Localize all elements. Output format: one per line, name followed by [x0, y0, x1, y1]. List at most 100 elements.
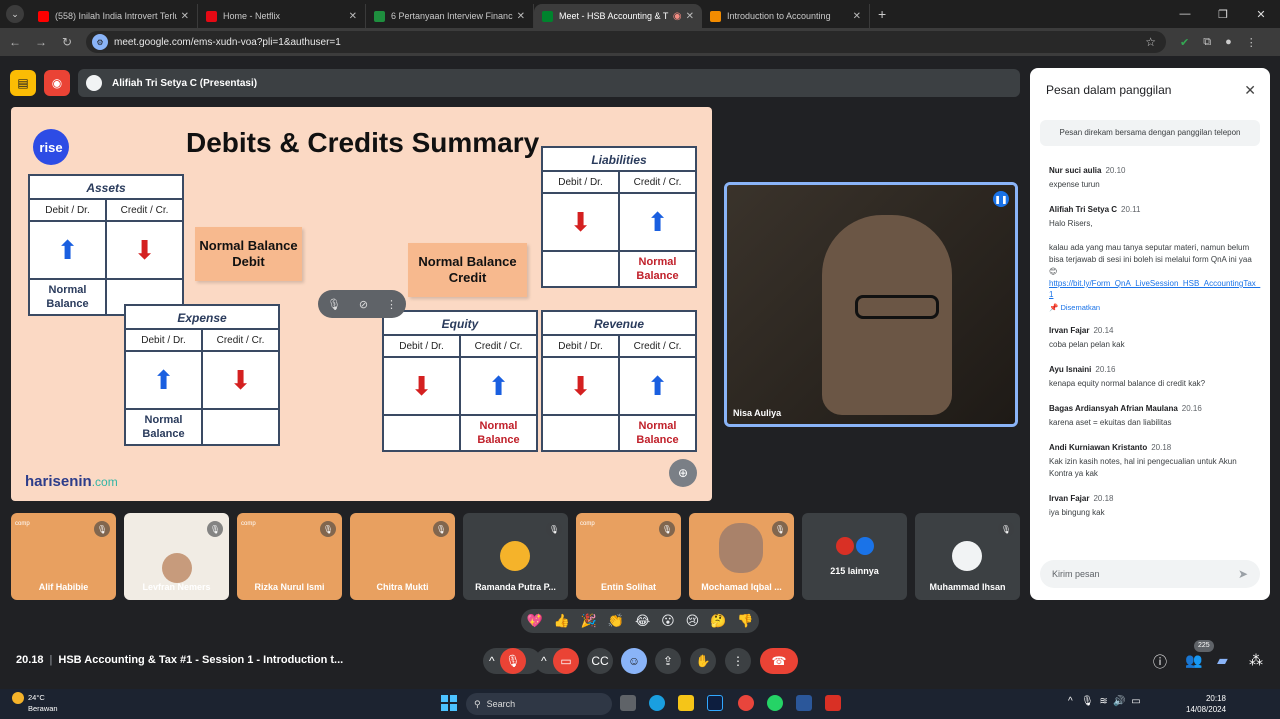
reaction-clap[interactable]: 👏 [608, 613, 624, 629]
windows-start-icon[interactable] [441, 695, 457, 711]
wifi-icon[interactable]: ≋ [1099, 696, 1107, 707]
acrobat-icon[interactable] [825, 695, 841, 711]
reaction-thumbs-down[interactable]: 👎 [737, 613, 753, 629]
chat-input-placeholder: Kirim pesan [1052, 569, 1100, 579]
people-icon[interactable]: 👥 [1185, 652, 1202, 669]
active-speaker-tile[interactable]: ❚❚ Nisa Auliya [724, 182, 1018, 427]
participant-tile[interactable]: 🎙 Levfran Nemers [124, 513, 229, 600]
battery-icon[interactable]: ▭ [1131, 696, 1140, 707]
word-icon[interactable] [796, 695, 812, 711]
zoom-icon[interactable]: ⊕ [669, 459, 697, 487]
participant-video [162, 553, 192, 583]
tile-label: comp [241, 521, 256, 527]
extension-check-icon[interactable]: ✔ [1180, 36, 1189, 49]
participant-tile[interactable]: 🎙 Muhammad Ihsan [915, 513, 1020, 600]
chrome-icon[interactable] [738, 695, 754, 711]
weather-widget[interactable]: 24°C Berawan [12, 692, 58, 714]
brand-name: harisenin [25, 473, 92, 490]
participant-tile[interactable]: comp 🎙 Alif Habibie [11, 513, 116, 600]
chevron-up-icon[interactable]: ^ [1068, 696, 1073, 707]
extensions-icon[interactable]: ⧉ [1203, 36, 1211, 49]
chat-icon[interactable]: ▰ [1217, 652, 1228, 669]
message-text: expense turun [1049, 180, 1100, 189]
taskbar-search[interactable]: ⚲ Search [466, 693, 612, 715]
message-text: coba pelan pelan kak [1049, 340, 1125, 349]
credit-header: Credit / Cr. [120, 205, 169, 216]
minimize-icon[interactable]: — [1166, 8, 1204, 20]
url-field[interactable]: ⚙ meet.google.com/ems-xudn-voa?pli=1&aut… [86, 31, 1166, 53]
forward-icon[interactable]: → [30, 35, 52, 49]
tab-title: Home - Netflix [223, 11, 281, 21]
more-options-icon[interactable]: ⋮ [386, 298, 397, 311]
participant-tile[interactable]: comp 🎙 Rizka Nurul Ismi [237, 513, 342, 600]
reaction-sad[interactable]: 😢 [686, 613, 700, 629]
reload-icon[interactable]: ↻ [56, 35, 78, 49]
reaction-thinking[interactable]: 🤔 [710, 613, 726, 629]
close-icon[interactable]: ✕ [181, 11, 189, 22]
participant-tile[interactable]: 215 lainnya [802, 513, 907, 600]
volume-icon[interactable]: 🔊 [1113, 696, 1125, 707]
taskbar-clock[interactable]: 20:18 14/08/2024 [1186, 693, 1226, 715]
reaction-laugh[interactable]: 😂 [635, 613, 650, 629]
message-link[interactable]: https://bit.ly/Form_QnA_LiveSession_HSB_… [1049, 278, 1261, 300]
close-icon[interactable]: ✕ [1244, 82, 1256, 99]
mic-off-icon[interactable]: 🎙 [327, 298, 341, 311]
edge-icon[interactable] [649, 695, 665, 711]
captions-button[interactable]: CC [587, 648, 613, 674]
close-icon[interactable]: ✕ [853, 11, 861, 22]
arrow-up-icon: ⬆ [646, 371, 669, 401]
profile-icon[interactable]: ● [1225, 36, 1232, 48]
slide-title: Debits & Credits Summary [186, 127, 540, 158]
new-tab-button[interactable]: + [878, 6, 886, 22]
menu-icon[interactable]: ⋮ [1246, 36, 1257, 49]
task-view-icon[interactable] [620, 695, 636, 711]
close-icon[interactable]: ✕ [517, 11, 525, 22]
message-sender: Irvan Fajar [1049, 326, 1090, 335]
present-button[interactable]: ⇪ [655, 648, 681, 674]
maximize-icon[interactable]: ❐ [1204, 8, 1242, 21]
leave-call-button[interactable]: ☎ [760, 648, 798, 674]
reaction-party[interactable]: 🎉 [581, 613, 597, 629]
participant-tile[interactable]: comp 🎙 Entin Solihat [576, 513, 681, 600]
whatsapp-icon[interactable] [767, 695, 783, 711]
mic-toggle-button[interactable]: 🎙 [500, 648, 526, 674]
reaction-thumbs-up[interactable]: 👍 [554, 613, 570, 629]
stop-presenting-icon[interactable]: ▤ [10, 70, 36, 96]
tab-search-icon[interactable]: ⌄ [6, 5, 24, 23]
bookmark-star-icon[interactable]: ☆ [1145, 35, 1156, 49]
camera-toggle-button[interactable]: ▭ [553, 648, 579, 674]
mic-icon[interactable]: 🎙 [1081, 696, 1094, 707]
chat-input[interactable]: Kirim pesan ➤ [1040, 560, 1260, 588]
tab-interview[interactable]: 6 Pertanyaan Interview Finance ✕ [366, 4, 534, 28]
tab-youtube[interactable]: (558) Inilah India Introvert Terlu ✕ [30, 4, 198, 28]
emoji-button[interactable]: ☺ [621, 648, 647, 674]
record-icon[interactable]: ◉ [44, 70, 70, 96]
presenter-avatar [86, 75, 102, 91]
photoshop-icon[interactable] [707, 695, 723, 711]
camera-off-icon[interactable]: ⊘ [359, 298, 368, 311]
participant-tile[interactable]: 🎙 Ramanda Putra P... [463, 513, 568, 600]
weather-icon [12, 692, 24, 704]
more-options-button[interactable]: ⋮ [725, 648, 751, 674]
send-icon[interactable]: ➤ [1238, 567, 1248, 581]
participant-tile[interactable]: 🎙 Mochamad Iqbal ... [689, 513, 794, 600]
raise-hand-button[interactable]: ✋ [690, 648, 716, 674]
reaction-surprised[interactable]: 😮 [661, 613, 675, 629]
close-icon[interactable]: ✕ [349, 11, 357, 22]
participant-name: Muhammad Ihsan [929, 582, 1006, 592]
table-title: Assets [30, 176, 182, 200]
participant-tile[interactable]: 🎙 Chitra Mukti [350, 513, 455, 600]
site-info-icon[interactable]: ⚙ [92, 34, 108, 50]
tab-meet[interactable]: Meet - HSB Accounting & T ◉ ✕ [534, 4, 702, 28]
close-window-icon[interactable]: ✕ [1242, 8, 1280, 21]
speaker-glasses [855, 295, 939, 319]
info-icon[interactable]: ⓘ [1153, 652, 1167, 672]
file-explorer-icon[interactable] [678, 695, 694, 711]
tab-netflix[interactable]: Home - Netflix ✕ [198, 4, 366, 28]
close-icon[interactable]: ✕ [686, 11, 694, 22]
mic-off-icon: 🎙 [505, 654, 521, 668]
back-icon[interactable]: ← [4, 35, 26, 49]
activities-icon[interactable]: ⁂ [1249, 652, 1263, 669]
reaction-heart[interactable]: 💖 [526, 613, 542, 629]
tab-accounting[interactable]: Introduction to Accounting ✕ [702, 4, 870, 28]
